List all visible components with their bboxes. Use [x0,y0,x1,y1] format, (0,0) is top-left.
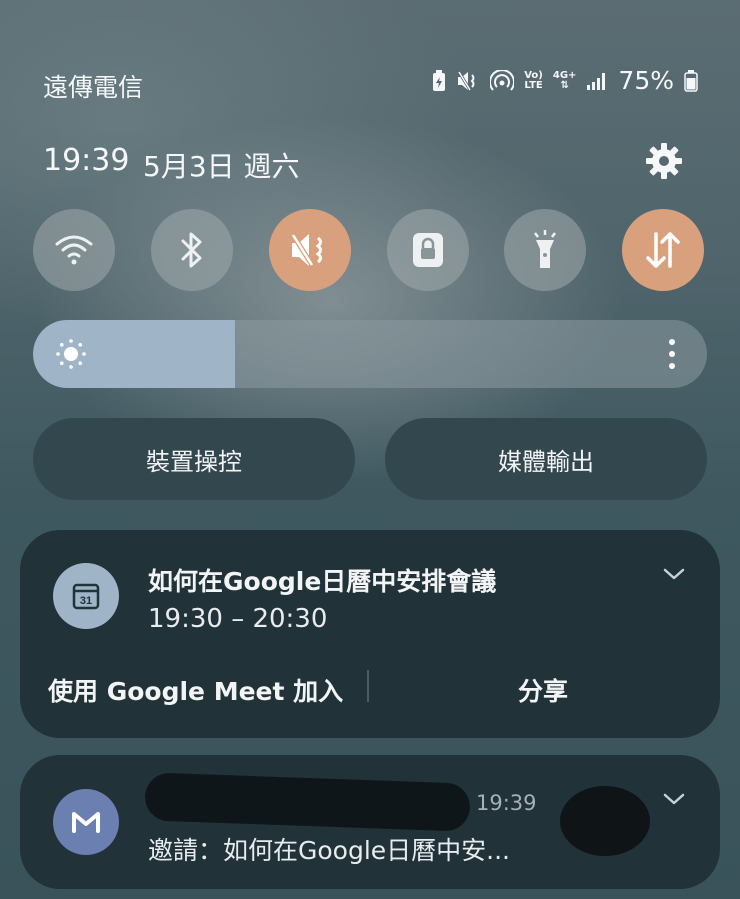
calendar-icon: 31 [53,563,119,629]
hotspot-icon [490,69,515,91]
flashlight-icon [534,230,556,268]
data-saver-icon [433,69,446,91]
clock: 19:39 [43,143,130,178]
mute-icon [290,233,322,267]
carrier-name: 遠傳電信 [43,73,144,102]
signal-icon [587,72,606,90]
data-tag: 4G+ [552,69,577,81]
data-arrows: ⇅ [560,79,569,91]
battery-percent: 75% [618,66,674,95]
status-icons: Vo) LTE 4G+ ⇅ 75% [432,66,698,95]
bluetooth-icon [181,232,202,268]
mute-icon [457,70,475,91]
date: 5月3日 週六 [143,150,300,183]
action-divider [367,670,369,702]
volte-bottom: LTE [524,79,543,91]
calendar-date-text: 31 [80,595,92,607]
volte-top: Vo) [524,69,543,81]
calendar-notification[interactable]: 31 如何在Google日曆中安排會議 19:30 – 20:30 使用 Goo… [20,530,720,738]
wifi-toggle[interactable] [33,209,115,291]
share-button[interactable]: 分享 [518,672,568,708]
media-output-button[interactable]: 媒體輸出 [385,418,707,500]
chevron-down-icon[interactable] [662,787,686,811]
sound-toggle[interactable] [269,209,351,291]
lock-icon [413,233,443,267]
brightness-slider[interactable] [33,320,707,388]
redaction-mark [560,786,650,856]
battery-icon [684,69,698,92]
mobile-data-toggle[interactable] [622,209,704,291]
flashlight-toggle[interactable] [504,209,586,291]
notification-time: 19:39 [476,791,537,815]
calendar-glyph: 31 [72,583,100,610]
data-transfer-icon [646,232,680,268]
gear-icon [646,143,682,179]
volte-icon: Vo) LTE [524,69,543,91]
device-control-button[interactable]: 裝置操控 [33,418,355,500]
data-4g-icon: 4G+ ⇅ [552,69,577,91]
notification-time-range: 19:30 – 20:30 [148,604,328,634]
bluetooth-toggle[interactable] [151,209,233,291]
notification-body: 邀請：如何在Google日曆中安... [148,836,511,865]
rotation-lock-toggle[interactable] [387,209,469,291]
gmail-icon [53,789,119,855]
wifi-icon [55,235,93,265]
settings-button[interactable] [644,141,684,181]
more-vertical-icon[interactable] [667,336,677,372]
chevron-down-icon[interactable] [662,562,686,586]
notification-title: 如何在Google日曆中安排會議 [148,567,497,596]
join-meet-button[interactable]: 使用 Google Meet 加入 [48,672,343,708]
sun-icon [56,339,86,369]
gmail-glyph [72,812,100,833]
